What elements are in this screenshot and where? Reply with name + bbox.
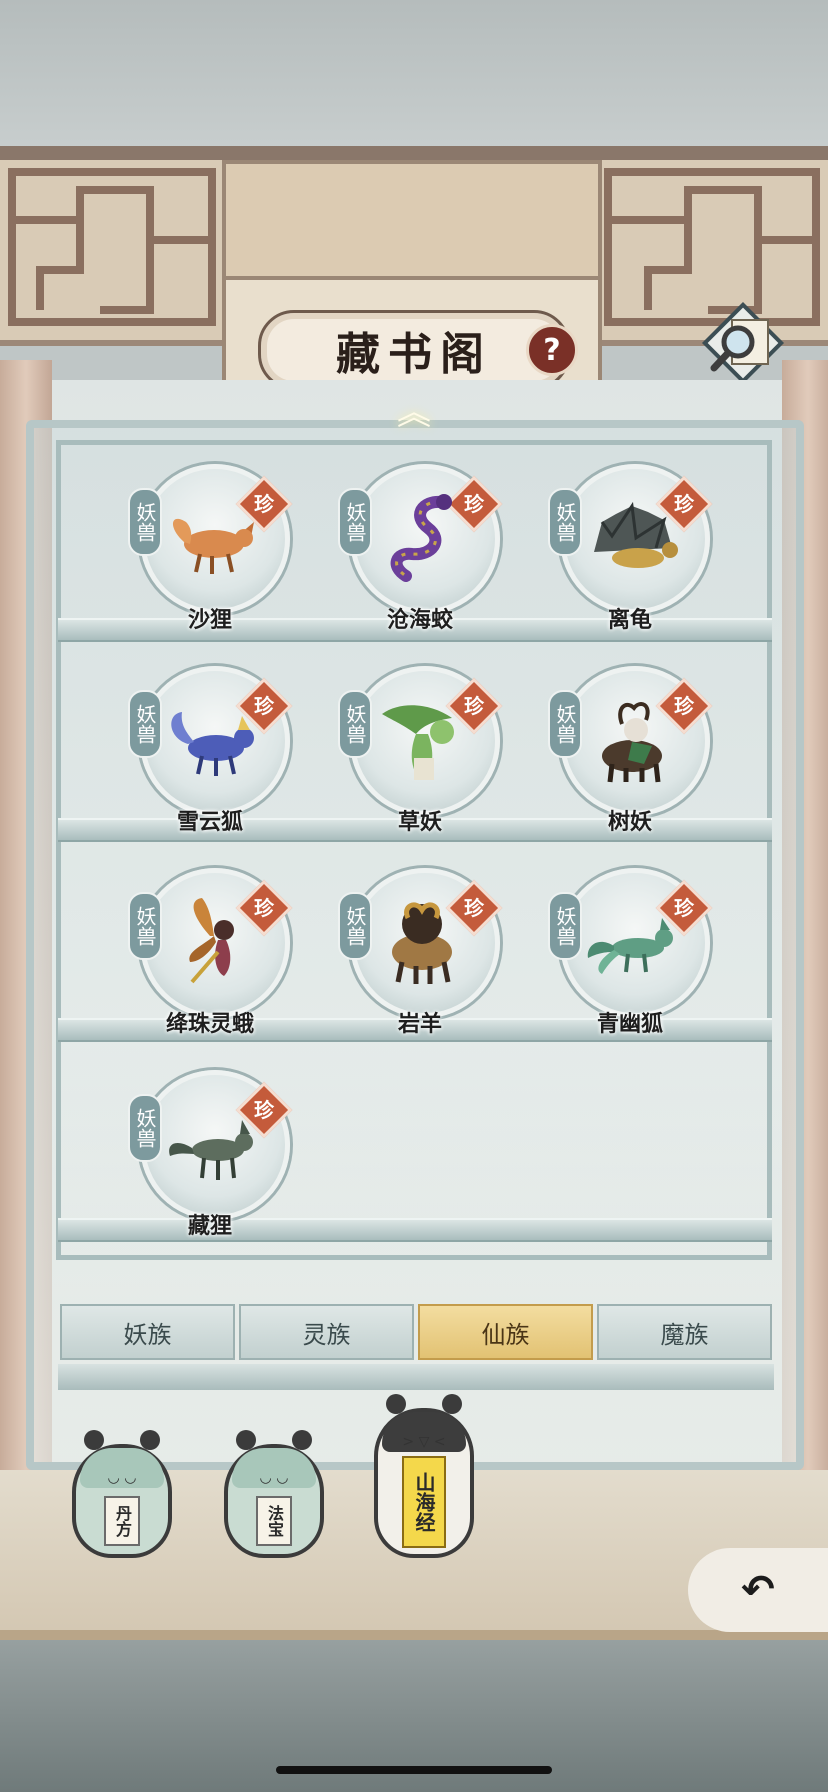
collection-search-button[interactable] — [698, 298, 788, 388]
category-tag: 妖兽 — [548, 488, 582, 556]
help-button[interactable]: ? — [526, 324, 578, 376]
tab-xian-zu[interactable]: 仙族 — [418, 1304, 593, 1360]
smile-face-icon: ◡ ◡ — [107, 1470, 137, 1486]
sky-background — [0, 0, 828, 160]
back-button[interactable]: ↶ — [688, 1548, 828, 1632]
green-ghost-fox-icon — [587, 918, 673, 974]
creature-card-jiang-zhu-ling-e[interactable]: 妖兽 珍 绛珠灵蛾 — [128, 868, 293, 1038]
category-tag: 妖兽 — [338, 690, 372, 758]
nav-label: 山海经 — [402, 1456, 446, 1548]
rock-goat-icon — [392, 902, 452, 984]
nav-label: 法宝 — [256, 1496, 292, 1546]
creature-card-sha-li[interactable]: 妖兽 珍 沙狸 — [128, 464, 293, 634]
smile-face-icon: ◡ ◡ — [259, 1470, 289, 1486]
creature-name: 草妖 — [397, 810, 442, 835]
crimson-moth-icon — [189, 898, 234, 984]
creature-name: 离龟 — [607, 608, 652, 633]
creature-name: 岩羊 — [397, 1012, 442, 1037]
nav-shan-hai-jing[interactable]: > ▽ < 山海经 — [372, 1394, 476, 1558]
tab-yao-zu[interactable]: 妖族 — [60, 1304, 235, 1360]
race-tabs: 妖族 灵族 仙族 魔族 — [60, 1304, 772, 1360]
title-plaque: 藏书阁 — [258, 310, 570, 390]
sea-serpent-icon — [390, 494, 452, 582]
creature-name: 树妖 — [607, 810, 652, 835]
question-mark-icon: ? — [543, 332, 561, 368]
category-tag: 妖兽 — [128, 690, 162, 758]
creature-card-zang-li[interactable]: 妖兽 珍 藏狸 — [128, 1070, 293, 1240]
scroll-up-indicator[interactable]: ︽ — [390, 392, 438, 433]
chevron-up-icon: ︽ — [397, 392, 431, 433]
snow-cloud-fox-icon — [171, 712, 254, 776]
creature-name: 雪云狐 — [176, 810, 243, 835]
hidden-fox-icon — [169, 1120, 253, 1180]
grass-spirit-icon — [382, 705, 454, 780]
tab-ling-zu[interactable]: 灵族 — [239, 1304, 414, 1360]
sand-fox-icon — [172, 518, 254, 574]
category-tag: 妖兽 — [548, 690, 582, 758]
back-arrow-icon: ↶ — [741, 1567, 775, 1613]
creature-name: 绛珠灵蛾 — [165, 1012, 254, 1037]
category-tag: 妖兽 — [548, 892, 582, 960]
category-tag: 妖兽 — [128, 488, 162, 556]
creature-name: 沧海蛟 — [386, 608, 453, 633]
title-board-band — [226, 164, 598, 280]
nav-label: 丹方 — [104, 1496, 140, 1546]
home-indicator[interactable] — [276, 1766, 552, 1774]
tab-mo-zu[interactable]: 魔族 — [597, 1304, 772, 1360]
creature-card-xue-yun-hu[interactable]: 妖兽 珍 雪云狐 — [128, 666, 293, 836]
creature-name: 藏狸 — [187, 1214, 232, 1239]
creature-card-qing-you-hu[interactable]: 妖兽 珍 青幽狐 — [548, 868, 713, 1038]
cabinet-base — [58, 1364, 774, 1390]
creature-card-cang-hai-jiao[interactable]: 妖兽 珍 沧海蛟 — [338, 464, 503, 634]
creature-name: 青幽狐 — [596, 1012, 663, 1037]
spiky-turtle-icon — [594, 501, 678, 568]
creature-card-cao-yao[interactable]: 妖兽 珍 草妖 — [338, 666, 503, 836]
creature-name: 沙狸 — [187, 608, 232, 633]
nav-dan-fang[interactable]: ◡ ◡ 丹方 — [70, 1430, 174, 1558]
cheerful-face-icon: > ▽ < — [402, 1434, 446, 1450]
category-tag: 妖兽 — [338, 892, 372, 960]
magnifier-scroll-icon — [701, 301, 785, 385]
creature-card-yan-yang[interactable]: 妖兽 珍 岩羊 — [338, 868, 503, 1038]
creature-card-shu-yao[interactable]: 妖兽 珍 树妖 — [548, 666, 713, 836]
nav-fa-bao[interactable]: ◡ ◡ 法宝 — [222, 1430, 326, 1558]
category-tag: 妖兽 — [128, 892, 162, 960]
creature-card-li-gui[interactable]: 妖兽 珍 离龟 — [548, 464, 713, 634]
category-tag: 妖兽 — [128, 1094, 162, 1162]
tree-spirit-icon — [602, 702, 662, 783]
category-tag: 妖兽 — [338, 488, 372, 556]
lattice-window-left — [0, 160, 224, 346]
page-title: 藏书阁 — [336, 329, 492, 380]
